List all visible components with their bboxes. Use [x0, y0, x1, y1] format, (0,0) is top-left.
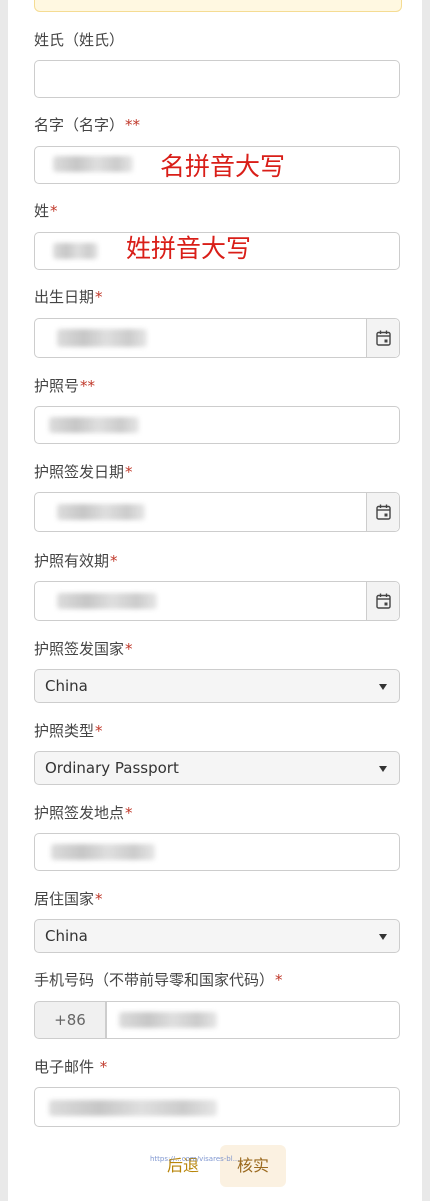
redacted-value [119, 1012, 217, 1028]
passport-type-select[interactable]: Ordinary Passport [34, 751, 400, 785]
redacted-value [49, 1100, 217, 1116]
required-mark: * [125, 640, 133, 658]
select-value: China [45, 927, 88, 945]
phone-input[interactable] [106, 1001, 400, 1039]
required-mark: * [110, 552, 118, 570]
watermark-url: https://...com/visares-bl... [150, 1155, 240, 1163]
passport-number-label: 护照号** [34, 377, 96, 395]
redacted-value [57, 504, 145, 520]
redacted-value [57, 329, 147, 347]
email-input[interactable] [34, 1087, 400, 1127]
passport-number-input[interactable] [34, 406, 400, 444]
residence-country-label: 居住国家* [34, 890, 103, 908]
birth-date-input[interactable] [34, 318, 400, 358]
back-button[interactable]: 后退 [160, 1148, 206, 1184]
required-mark: * [99, 1058, 108, 1076]
calendar-icon [376, 330, 391, 346]
phone-country-code: +86 [34, 1001, 106, 1039]
required-mark: ** [125, 116, 141, 134]
required-mark: * [50, 202, 58, 220]
birth-date-picker-button[interactable] [366, 319, 399, 357]
passport-type-label: 护照类型* [34, 722, 103, 740]
passport-issue-country-select[interactable]: China [34, 669, 400, 703]
passport-expiry-input[interactable] [34, 581, 400, 621]
verify-button[interactable]: 核实 [220, 1145, 286, 1187]
required-mark: * [275, 971, 283, 989]
caret-down-icon [379, 934, 387, 940]
email-label: 电子邮件 * [34, 1058, 108, 1076]
redacted-value [53, 243, 98, 259]
phone-label: 手机号码（不带前导零和国家代码）* [34, 971, 283, 989]
surname-annotation: 姓拼音大写 [126, 234, 252, 263]
select-value: China [45, 677, 88, 695]
caret-down-icon [379, 684, 387, 690]
notice-box [34, 0, 402, 12]
redacted-value [51, 844, 155, 860]
birth-date-label: 出生日期* [34, 288, 103, 306]
passport-expiry-picker-button[interactable] [366, 582, 399, 620]
caret-down-icon [379, 766, 387, 772]
passport-issue-place-input[interactable] [34, 833, 400, 871]
passport-issue-country-label: 护照签发国家* [34, 640, 133, 658]
residence-country-select[interactable]: China [34, 919, 400, 953]
redacted-value [53, 156, 133, 172]
surname-local-input[interactable] [34, 60, 400, 98]
passport-issue-place-label: 护照签发地点* [34, 804, 133, 822]
surname-local-label: 姓氏（姓氏） [34, 31, 125, 49]
surname-label: 姓* [34, 202, 58, 220]
calendar-icon [376, 504, 391, 520]
required-mark: * [95, 722, 103, 740]
passport-issue-date-picker-button[interactable] [366, 493, 399, 531]
given-name-annotation: 名拼音大写 [160, 152, 286, 181]
select-value: Ordinary Passport [45, 759, 179, 777]
given-name-label: 名字（名字）** [34, 116, 141, 134]
required-mark: ** [80, 377, 96, 395]
required-mark: * [125, 463, 133, 481]
required-mark: * [95, 288, 103, 306]
passport-issue-date-label: 护照签发日期* [34, 463, 133, 481]
redacted-value [57, 593, 157, 609]
passport-expiry-label: 护照有效期* [34, 552, 118, 570]
required-mark: * [125, 804, 133, 822]
redacted-value [49, 417, 139, 433]
passport-issue-date-input[interactable] [34, 492, 400, 532]
calendar-icon [376, 593, 391, 609]
required-mark: * [95, 890, 103, 908]
